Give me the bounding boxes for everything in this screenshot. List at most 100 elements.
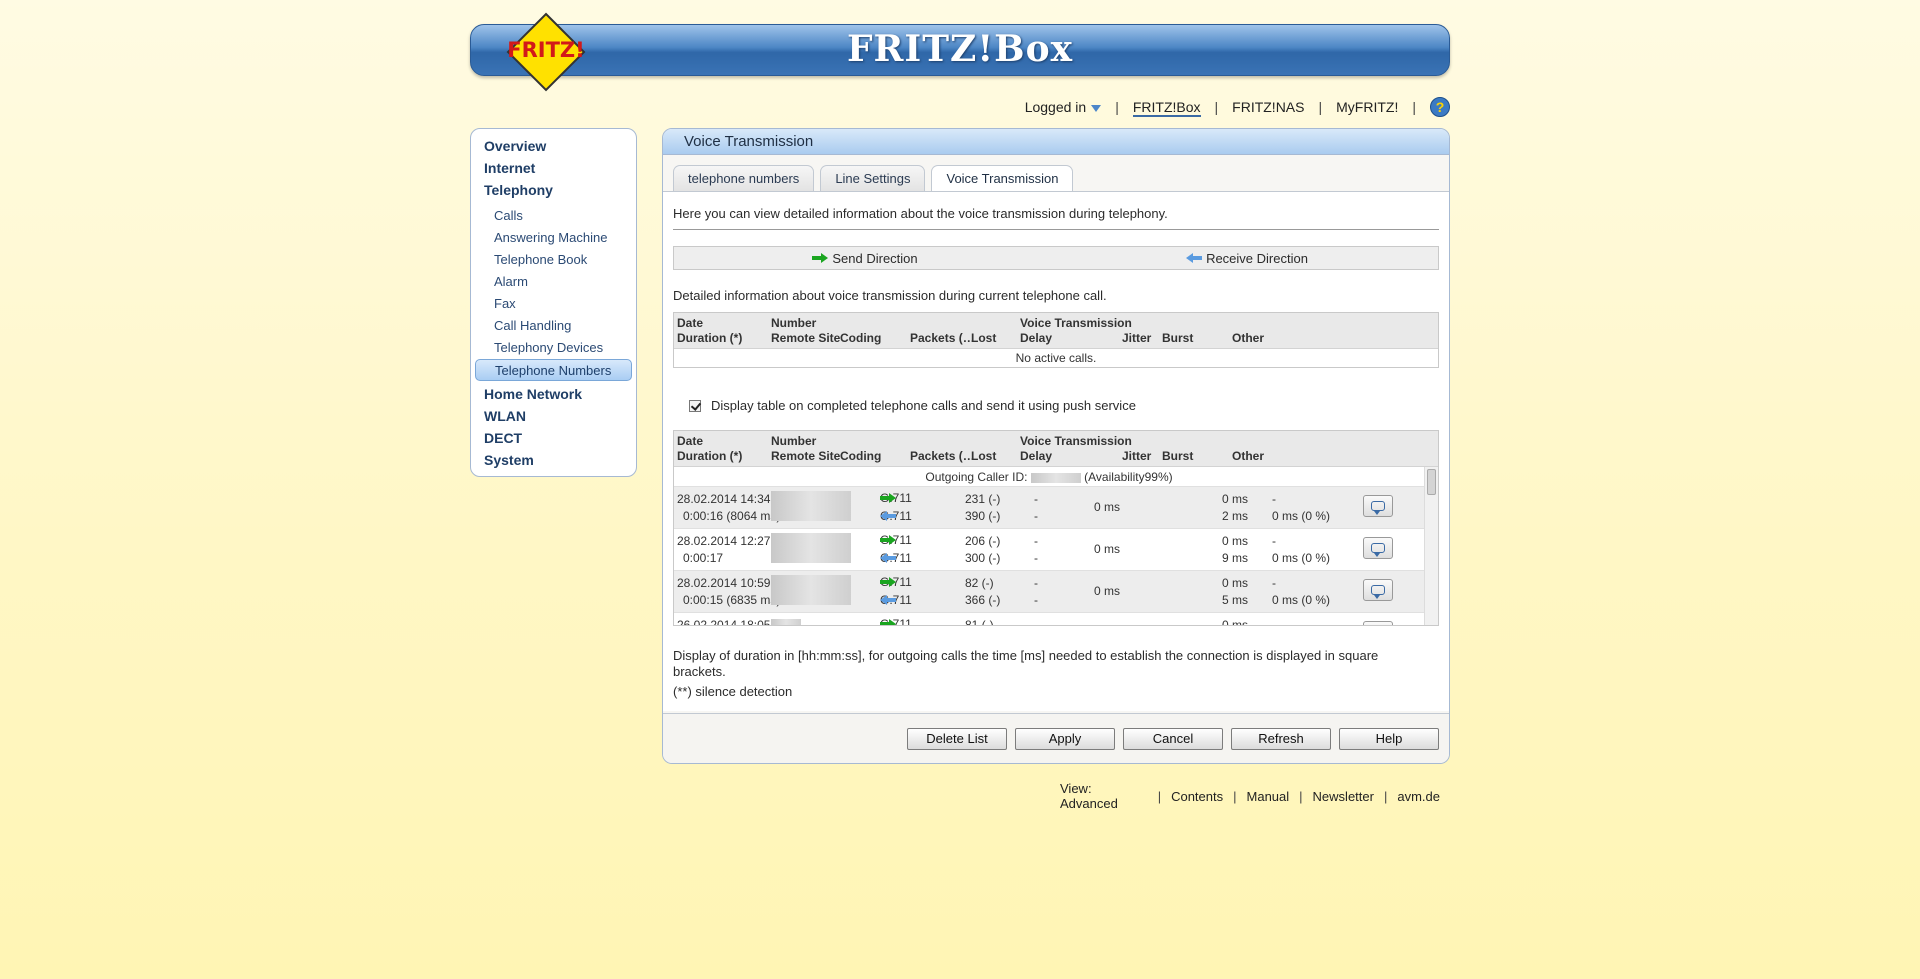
burst-receive: 0 ms (0 %) <box>1272 509 1331 523</box>
delete-list-button[interactable]: Delete List <box>907 727 1007 750</box>
silence-note: (**) silence detection <box>673 684 793 699</box>
col-burst: Burst <box>1162 331 1194 345</box>
footer-manual[interactable]: Manual <box>1237 789 1300 804</box>
scrollbar-thumb[interactable] <box>1427 469 1436 495</box>
refresh-button[interactable]: Refresh <box>1231 727 1331 750</box>
speech-bubble-icon <box>1371 501 1385 515</box>
speech-bubble-icon <box>1371 543 1385 557</box>
tab-telephone-numbers[interactable]: telephone numbers <box>673 165 815 191</box>
sidebar-item-telephone-book[interactable]: Telephone Book <box>471 249 636 271</box>
divider <box>673 229 1439 230</box>
redacted-number <box>771 491 851 521</box>
table-row: 28.02.2014 14:34 0:00:16 (8064 ms) G.711… <box>674 486 1424 528</box>
page-title: Voice Transmission <box>663 129 1449 155</box>
caller-availability: (Availability99%) <box>1084 470 1173 484</box>
tab-voice-transmission[interactable]: Voice Transmission <box>931 165 1074 192</box>
col-burst: Burst <box>1162 449 1194 463</box>
help-icon[interactable]: ? <box>1430 97 1450 117</box>
send-direction-label: Send Direction <box>832 250 918 266</box>
sidebar-item-wlan[interactable]: WLAN <box>471 405 636 427</box>
sidebar-item-call-handling[interactable]: Call Handling <box>471 315 636 337</box>
details-button[interactable] <box>1363 579 1393 601</box>
sidebar-item-internet[interactable]: Internet <box>471 157 636 179</box>
receive-arrow-icon <box>1186 253 1203 263</box>
table-row: 28.02.2014 12:27 0:00:17 G.711 G.711 206… <box>674 528 1424 570</box>
sidebar-item-overview[interactable]: Overview <box>471 135 636 157</box>
row-date: 28.02.2014 10:59 <box>677 576 771 590</box>
row-date: 26.02.2014 18:05 <box>677 618 771 626</box>
col-voice-transmission: Voice Transmission <box>1020 316 1132 330</box>
call-history-table: Date Duration (*) Number Remote Site Cod… <box>673 430 1439 626</box>
details-button[interactable] <box>1363 621 1393 625</box>
table-header: Date Duration (*) Number Remote Site Cod… <box>674 431 1438 467</box>
details-button[interactable] <box>1363 495 1393 517</box>
lost-send: - <box>1034 576 1038 590</box>
footer-contents[interactable]: Contents <box>1161 789 1233 804</box>
row-duration: 0:00:15 (6835 ms) <box>683 593 781 607</box>
footer-newsletter[interactable]: Newsletter <box>1303 789 1384 804</box>
tab-content: Here you can view detailed information a… <box>663 191 1449 711</box>
table-scrollbar[interactable] <box>1424 467 1438 625</box>
burst-receive: 0 ms (0 %) <box>1272 593 1331 607</box>
lost-receive: - <box>1034 551 1038 565</box>
fritz-logo[interactable]: FRITZ! <box>506 12 586 92</box>
push-service-checkbox[interactable] <box>689 399 701 412</box>
col-delay: Delay <box>1020 331 1053 345</box>
burst-receive: 0 ms (0 %) <box>1272 551 1331 565</box>
nav-myfritz[interactable]: MyFRITZ! <box>1322 99 1412 115</box>
caller-id-row: Outgoing Caller ID: (Availability99%) <box>674 468 1424 486</box>
row-coding: G.711 G.711 <box>880 573 912 609</box>
col-other: Other <box>1232 449 1265 463</box>
button-bar: Delete List Apply Cancel Refresh Help <box>663 713 1449 763</box>
logo-text: FRITZ! <box>507 38 584 62</box>
intro-text: Here you can view detailed information a… <box>673 206 1168 221</box>
col-remote: Remote Site <box>771 331 841 345</box>
col-number: Number <box>771 434 817 448</box>
tab-line-settings[interactable]: Line Settings <box>820 165 926 191</box>
sidebar-item-fax[interactable]: Fax <box>471 293 636 315</box>
footer-links: View: Advanced | Contents | Manual | New… <box>1050 781 1450 811</box>
nav-fritznas[interactable]: FRITZ!NAS <box>1218 99 1318 115</box>
packets-receive: 300 (-) <box>965 551 1001 565</box>
sidebar-item-telephony-devices[interactable]: Telephony Devices <box>471 337 636 359</box>
send-arrow-icon <box>880 535 896 545</box>
current-call-info: Detailed information about voice transmi… <box>673 288 1107 303</box>
sidebar-item-system[interactable]: System <box>471 449 636 471</box>
burst-send: - <box>1272 576 1276 590</box>
nav-fritzbox-label: FRITZ!Box <box>1132 99 1201 117</box>
footer-view-advanced[interactable]: View: Advanced <box>1050 781 1158 811</box>
sidebar-item-answering-machine[interactable]: Answering Machine <box>471 227 636 249</box>
apply-button[interactable]: Apply <box>1015 727 1115 750</box>
table-row: 28.02.2014 10:59 0:00:15 (6835 ms) G.711… <box>674 570 1424 612</box>
sidebar-item-dect[interactable]: DECT <box>471 427 636 449</box>
speech-bubble-icon <box>1371 585 1385 599</box>
packets-send: 231 (-) <box>965 492 1001 506</box>
jitter-send: 0 ms <box>1222 492 1249 506</box>
table-header: Date Duration (*) Number Remote Site Cod… <box>674 313 1438 349</box>
details-button[interactable] <box>1363 537 1393 559</box>
col-packets: Packets (… <box>910 449 975 463</box>
jitter-receive: 5 ms <box>1222 593 1249 607</box>
row-date: 28.02.2014 12:27 <box>677 534 771 548</box>
sidebar-item-home-network[interactable]: Home Network <box>471 383 636 405</box>
cancel-button[interactable]: Cancel <box>1123 727 1223 750</box>
lost-receive: - <box>1034 593 1038 607</box>
redacted-number <box>771 533 851 563</box>
sidebar-item-telephone-numbers[interactable]: Telephone Numbers <box>475 359 632 381</box>
row-duration: 0:00:16 (8064 ms) <box>683 509 781 523</box>
receive-direction-label: Receive Direction <box>1206 250 1308 266</box>
lost-receive: - <box>1034 509 1038 523</box>
jitter-receive: 9 ms <box>1222 551 1249 565</box>
nav-fritzbox[interactable]: FRITZ!Box <box>1119 99 1215 117</box>
jitter-send: 0 ms <box>1222 576 1249 590</box>
help-button[interactable]: Help <box>1339 727 1439 750</box>
col-voice-transmission: Voice Transmission <box>1020 434 1132 448</box>
delay: 0 ms <box>1094 542 1121 556</box>
footer-avm[interactable]: avm.de <box>1387 789 1450 804</box>
sidebar-item-alarm[interactable]: Alarm <box>471 271 636 293</box>
logged-in-menu[interactable]: Logged in <box>1011 99 1116 115</box>
sidebar-item-telephony[interactable]: Telephony <box>471 179 636 201</box>
send-arrow-icon <box>812 253 829 263</box>
delay: 0 ms <box>1094 584 1121 598</box>
sidebar-item-calls[interactable]: Calls <box>471 205 636 227</box>
